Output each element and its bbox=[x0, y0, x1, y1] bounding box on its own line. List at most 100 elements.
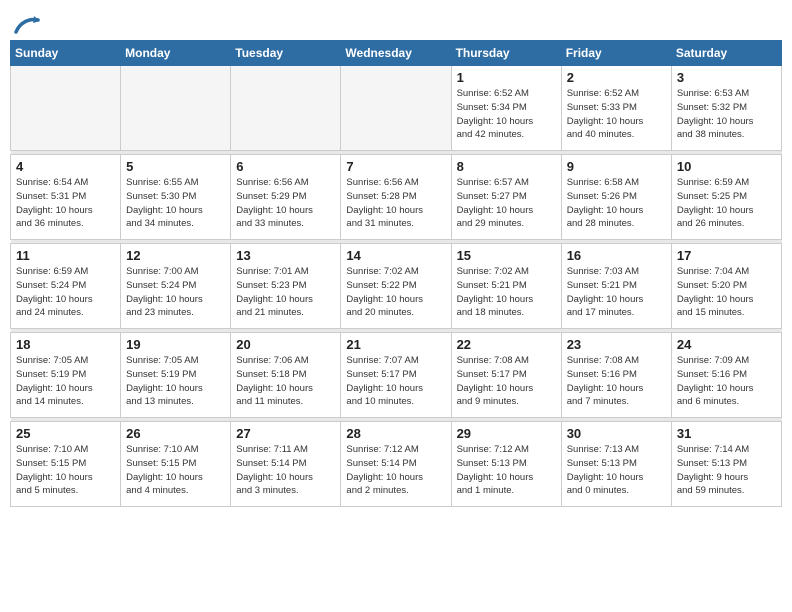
calendar-cell: 17 Sunrise: 7:04 AM Sunset: 5:20 PM Dayli… bbox=[671, 244, 781, 329]
day-info: Sunrise: 6:56 AM Sunset: 5:29 PM Dayligh… bbox=[236, 176, 335, 231]
day-number: 19 bbox=[126, 337, 225, 352]
weekday-header-monday: Monday bbox=[121, 41, 231, 66]
day-info: Sunrise: 7:03 AM Sunset: 5:21 PM Dayligh… bbox=[567, 265, 666, 320]
weekday-header-saturday: Saturday bbox=[671, 41, 781, 66]
calendar-table: SundayMondayTuesdayWednesdayThursdayFrid… bbox=[10, 40, 782, 507]
day-info: Sunrise: 6:58 AM Sunset: 5:26 PM Dayligh… bbox=[567, 176, 666, 231]
day-number: 31 bbox=[677, 426, 776, 441]
day-number: 23 bbox=[567, 337, 666, 352]
calendar-week-row: 18 Sunrise: 7:05 AM Sunset: 5:19 PM Dayli… bbox=[11, 333, 782, 418]
calendar-cell: 10 Sunrise: 6:59 AM Sunset: 5:25 PM Dayli… bbox=[671, 155, 781, 240]
day-info: Sunrise: 7:10 AM Sunset: 5:15 PM Dayligh… bbox=[16, 443, 115, 498]
calendar-cell bbox=[341, 66, 451, 151]
day-number: 2 bbox=[567, 70, 666, 85]
day-number: 4 bbox=[16, 159, 115, 174]
calendar-cell: 3 Sunrise: 6:53 AM Sunset: 5:32 PM Daylig… bbox=[671, 66, 781, 151]
day-number: 29 bbox=[457, 426, 556, 441]
calendar-cell: 27 Sunrise: 7:11 AM Sunset: 5:14 PM Dayli… bbox=[231, 422, 341, 507]
calendar-cell: 9 Sunrise: 6:58 AM Sunset: 5:26 PM Daylig… bbox=[561, 155, 671, 240]
calendar-cell: 11 Sunrise: 6:59 AM Sunset: 5:24 PM Dayli… bbox=[11, 244, 121, 329]
day-info: Sunrise: 7:08 AM Sunset: 5:17 PM Dayligh… bbox=[457, 354, 556, 409]
day-number: 28 bbox=[346, 426, 445, 441]
day-number: 9 bbox=[567, 159, 666, 174]
day-info: Sunrise: 6:54 AM Sunset: 5:31 PM Dayligh… bbox=[16, 176, 115, 231]
calendar-cell: 4 Sunrise: 6:54 AM Sunset: 5:31 PM Daylig… bbox=[11, 155, 121, 240]
day-info: Sunrise: 7:01 AM Sunset: 5:23 PM Dayligh… bbox=[236, 265, 335, 320]
day-number: 14 bbox=[346, 248, 445, 263]
calendar-cell: 31 Sunrise: 7:14 AM Sunset: 5:13 PM Dayli… bbox=[671, 422, 781, 507]
page-header bbox=[10, 10, 782, 34]
calendar-cell: 7 Sunrise: 6:56 AM Sunset: 5:28 PM Daylig… bbox=[341, 155, 451, 240]
day-number: 15 bbox=[457, 248, 556, 263]
calendar-week-row: 1Sunrise: 6:52 AM Sunset: 5:34 PM Daylig… bbox=[11, 66, 782, 151]
day-number: 27 bbox=[236, 426, 335, 441]
calendar-cell: 25 Sunrise: 7:10 AM Sunset: 5:15 PM Dayli… bbox=[11, 422, 121, 507]
day-number: 3 bbox=[677, 70, 776, 85]
day-info: Sunrise: 7:12 AM Sunset: 5:14 PM Dayligh… bbox=[346, 443, 445, 498]
weekday-header-sunday: Sunday bbox=[11, 41, 121, 66]
day-number: 30 bbox=[567, 426, 666, 441]
day-number: 24 bbox=[677, 337, 776, 352]
calendar-cell: 22 Sunrise: 7:08 AM Sunset: 5:17 PM Dayli… bbox=[451, 333, 561, 418]
day-number: 16 bbox=[567, 248, 666, 263]
calendar-cell: 29 Sunrise: 7:12 AM Sunset: 5:13 PM Dayli… bbox=[451, 422, 561, 507]
day-number: 22 bbox=[457, 337, 556, 352]
day-number: 8 bbox=[457, 159, 556, 174]
day-info: Sunrise: 6:57 AM Sunset: 5:27 PM Dayligh… bbox=[457, 176, 556, 231]
day-number: 26 bbox=[126, 426, 225, 441]
calendar-cell: 19Sunrise: 7:05 AM Sunset: 5:19 PM Dayli… bbox=[121, 333, 231, 418]
calendar-cell: 26 Sunrise: 7:10 AM Sunset: 5:15 PM Dayli… bbox=[121, 422, 231, 507]
day-info: Sunrise: 7:12 AM Sunset: 5:13 PM Dayligh… bbox=[457, 443, 556, 498]
calendar-cell: 8 Sunrise: 6:57 AM Sunset: 5:27 PM Daylig… bbox=[451, 155, 561, 240]
day-number: 6 bbox=[236, 159, 335, 174]
day-info: Sunrise: 7:13 AM Sunset: 5:13 PM Dayligh… bbox=[567, 443, 666, 498]
calendar-cell: 14 Sunrise: 7:02 AM Sunset: 5:22 PM Dayli… bbox=[341, 244, 451, 329]
calendar-cell bbox=[11, 66, 121, 151]
day-info: Sunrise: 6:59 AM Sunset: 5:25 PM Dayligh… bbox=[677, 176, 776, 231]
calendar-cell: 28 Sunrise: 7:12 AM Sunset: 5:14 PM Dayli… bbox=[341, 422, 451, 507]
day-info: Sunrise: 6:56 AM Sunset: 5:28 PM Dayligh… bbox=[346, 176, 445, 231]
day-number: 21 bbox=[346, 337, 445, 352]
day-number: 17 bbox=[677, 248, 776, 263]
day-info: Sunrise: 7:09 AM Sunset: 5:16 PM Dayligh… bbox=[677, 354, 776, 409]
calendar-cell: 30 Sunrise: 7:13 AM Sunset: 5:13 PM Dayli… bbox=[561, 422, 671, 507]
day-info: Sunrise: 7:07 AM Sunset: 5:17 PM Dayligh… bbox=[346, 354, 445, 409]
calendar-cell: 2Sunrise: 6:52 AM Sunset: 5:33 PM Daylig… bbox=[561, 66, 671, 151]
calendar-cell: 21 Sunrise: 7:07 AM Sunset: 5:17 PM Dayli… bbox=[341, 333, 451, 418]
weekday-header-tuesday: Tuesday bbox=[231, 41, 341, 66]
calendar-cell: 16 Sunrise: 7:03 AM Sunset: 5:21 PM Dayli… bbox=[561, 244, 671, 329]
day-info: Sunrise: 6:55 AM Sunset: 5:30 PM Dayligh… bbox=[126, 176, 225, 231]
calendar-cell: 20 Sunrise: 7:06 AM Sunset: 5:18 PM Dayli… bbox=[231, 333, 341, 418]
day-number: 12 bbox=[126, 248, 225, 263]
day-info: Sunrise: 6:59 AM Sunset: 5:24 PM Dayligh… bbox=[16, 265, 115, 320]
calendar-week-row: 4 Sunrise: 6:54 AM Sunset: 5:31 PM Daylig… bbox=[11, 155, 782, 240]
day-info: Sunrise: 7:11 AM Sunset: 5:14 PM Dayligh… bbox=[236, 443, 335, 498]
calendar-week-row: 11 Sunrise: 6:59 AM Sunset: 5:24 PM Dayli… bbox=[11, 244, 782, 329]
calendar-cell bbox=[231, 66, 341, 151]
calendar-cell: 1Sunrise: 6:52 AM Sunset: 5:34 PM Daylig… bbox=[451, 66, 561, 151]
calendar-week-row: 25 Sunrise: 7:10 AM Sunset: 5:15 PM Dayli… bbox=[11, 422, 782, 507]
day-info: Sunrise: 6:52 AM Sunset: 5:34 PM Dayligh… bbox=[457, 87, 556, 142]
day-info: Sunrise: 7:14 AM Sunset: 5:13 PM Dayligh… bbox=[677, 443, 776, 498]
calendar-cell: 24 Sunrise: 7:09 AM Sunset: 5:16 PM Dayli… bbox=[671, 333, 781, 418]
day-number: 7 bbox=[346, 159, 445, 174]
day-number: 10 bbox=[677, 159, 776, 174]
day-info: Sunrise: 7:04 AM Sunset: 5:20 PM Dayligh… bbox=[677, 265, 776, 320]
day-info: Sunrise: 7:10 AM Sunset: 5:15 PM Dayligh… bbox=[126, 443, 225, 498]
day-number: 20 bbox=[236, 337, 335, 352]
day-info: Sunrise: 7:02 AM Sunset: 5:22 PM Dayligh… bbox=[346, 265, 445, 320]
calendar-cell: 6 Sunrise: 6:56 AM Sunset: 5:29 PM Daylig… bbox=[231, 155, 341, 240]
day-info: Sunrise: 6:53 AM Sunset: 5:32 PM Dayligh… bbox=[677, 87, 776, 142]
day-info: Sunrise: 7:05 AM Sunset: 5:19 PM Dayligh… bbox=[16, 354, 115, 409]
calendar-cell: 23Sunrise: 7:08 AM Sunset: 5:16 PM Dayli… bbox=[561, 333, 671, 418]
day-info: Sunrise: 7:02 AM Sunset: 5:21 PM Dayligh… bbox=[457, 265, 556, 320]
weekday-header-thursday: Thursday bbox=[451, 41, 561, 66]
calendar-cell: 13Sunrise: 7:01 AM Sunset: 5:23 PM Dayli… bbox=[231, 244, 341, 329]
weekday-header-friday: Friday bbox=[561, 41, 671, 66]
day-number: 18 bbox=[16, 337, 115, 352]
weekday-header-row: SundayMondayTuesdayWednesdayThursdayFrid… bbox=[11, 41, 782, 66]
day-number: 11 bbox=[16, 248, 115, 263]
day-number: 25 bbox=[16, 426, 115, 441]
day-info: Sunrise: 7:06 AM Sunset: 5:18 PM Dayligh… bbox=[236, 354, 335, 409]
calendar-cell: 12Sunrise: 7:00 AM Sunset: 5:24 PM Dayli… bbox=[121, 244, 231, 329]
